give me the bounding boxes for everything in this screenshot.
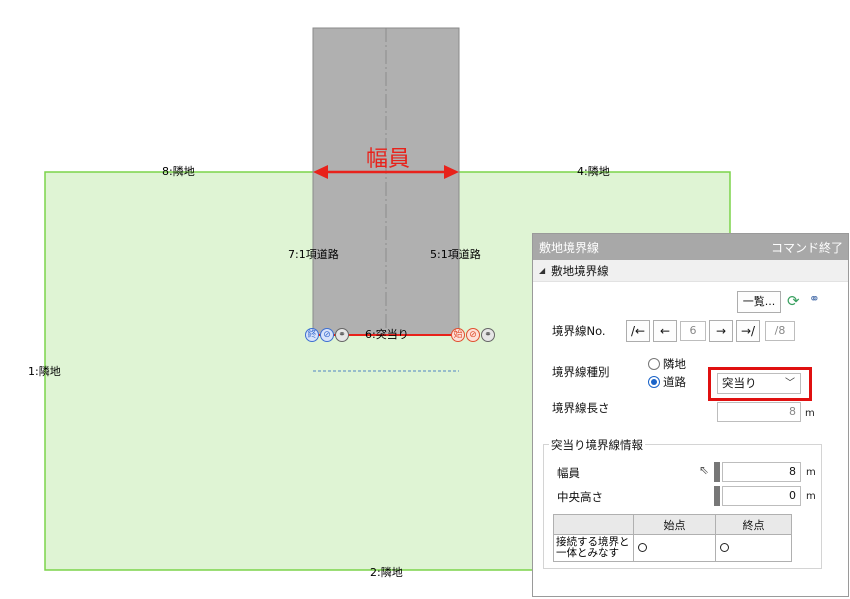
link-icon[interactable]: ⚭ bbox=[809, 292, 820, 307]
start-cell[interactable] bbox=[633, 534, 716, 562]
unit-label: m bbox=[806, 491, 816, 502]
end-point-marker[interactable]: 終 bbox=[305, 328, 319, 342]
table-header-end: 終点 bbox=[715, 514, 792, 535]
unit-label: m bbox=[805, 408, 815, 419]
panel-header: 敷地境界線 コマンド終了 bbox=[533, 234, 848, 260]
radio-road[interactable] bbox=[648, 376, 660, 388]
boundary-label-5: 5:1項道路 bbox=[430, 248, 481, 261]
link-marker-icon[interactable]: ⚭ bbox=[335, 328, 349, 342]
collapse-triangle-icon[interactable]: ◢ bbox=[539, 266, 545, 275]
center-height-input[interactable]: 0 bbox=[722, 486, 801, 506]
row-label-line2: 一体とみなす bbox=[556, 547, 619, 559]
end-command-button[interactable]: コマンド終了 bbox=[771, 239, 843, 256]
first-boundary-button[interactable]: /← bbox=[626, 320, 650, 342]
table-corner bbox=[553, 514, 634, 535]
boundary-total-field: /8 bbox=[765, 321, 795, 341]
start-point-marker[interactable]: 始 bbox=[451, 328, 465, 342]
next-boundary-button[interactable]: → bbox=[709, 320, 733, 342]
boundary-no-label: 境界線No. bbox=[552, 324, 606, 338]
cursor-icon: ⇖ bbox=[699, 463, 710, 477]
end-cell[interactable] bbox=[715, 534, 792, 562]
boundary-type-label: 境界線種別 bbox=[552, 365, 610, 379]
refresh-icon[interactable]: ⟳ bbox=[787, 292, 800, 310]
table-header-row: 始点 終点 bbox=[553, 514, 792, 535]
end-circle-icon[interactable] bbox=[720, 542, 729, 552]
section-title: 敷地境界線 bbox=[551, 263, 609, 278]
boundary-length-label: 境界線長さ bbox=[552, 401, 610, 415]
boundary-no-field[interactable]: 6 bbox=[680, 321, 706, 341]
boundary-length-field: 8 bbox=[717, 402, 801, 422]
panel-title: 敷地境界線 bbox=[539, 240, 600, 255]
connect-table: 始点 終点 接続する境界と 一体とみなす bbox=[553, 514, 792, 562]
boundary-label-8: 8:隣地 bbox=[162, 165, 195, 178]
table-header-start: 始点 bbox=[633, 514, 716, 535]
list-button[interactable]: 一覧... bbox=[737, 291, 781, 313]
boundary-label-7: 7:1項道路 bbox=[288, 248, 339, 261]
highlight-box bbox=[708, 367, 812, 401]
link-marker-icon[interactable]: ⚭ bbox=[481, 328, 495, 342]
start-circle-icon[interactable] bbox=[638, 542, 647, 552]
boundary-label-2: 2:隣地 bbox=[370, 566, 403, 579]
width-input[interactable]: 8 bbox=[722, 462, 801, 482]
boundary-label-4: 4:隣地 bbox=[577, 165, 610, 178]
boundary-label-6: 6:突当り bbox=[365, 328, 409, 341]
prev-boundary-button[interactable]: ← bbox=[653, 320, 677, 342]
center-height-slider-handle[interactable] bbox=[714, 486, 720, 506]
unit-label: m bbox=[806, 467, 816, 478]
angle-marker-icon[interactable]: ⊘ bbox=[466, 328, 480, 342]
radio-neighbor-label: 隣地 bbox=[663, 357, 686, 371]
section-header[interactable]: ◢ 敷地境界線 bbox=[533, 260, 848, 282]
last-boundary-button[interactable]: →/ bbox=[736, 320, 760, 342]
width-annotation-label: 幅員 bbox=[366, 147, 411, 172]
row-label: 接続する境界と 一体とみなす bbox=[553, 534, 634, 562]
center-height-label: 中央高さ bbox=[557, 490, 603, 504]
boundary-panel: 敷地境界線 コマンド終了 ◢ 敷地境界線 一覧... ⟳ ⚭ 境界線No. /←… bbox=[532, 233, 849, 597]
group-title: 突当り境界線情報 bbox=[549, 437, 645, 453]
radio-road-label: 道路 bbox=[663, 375, 686, 389]
radio-neighbor[interactable] bbox=[648, 358, 660, 370]
table-row: 接続する境界と 一体とみなす bbox=[553, 534, 792, 562]
width-slider-handle[interactable] bbox=[714, 462, 720, 482]
width-field-label: 幅員 bbox=[557, 466, 580, 480]
boundary-label-1: 1:隣地 bbox=[28, 365, 61, 378]
angle-marker-icon[interactable]: ⊘ bbox=[320, 328, 334, 342]
